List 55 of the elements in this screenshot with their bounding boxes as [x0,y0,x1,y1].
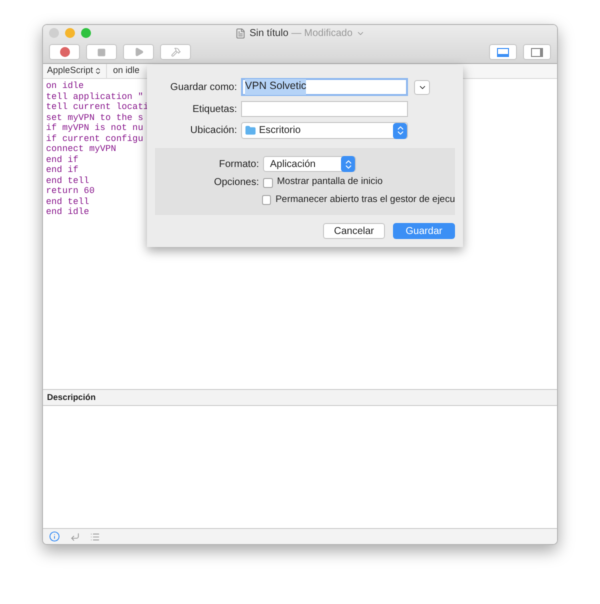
stepper-icon [94,67,102,75]
description-field[interactable] [43,406,557,528]
stepper-icon [393,122,407,138]
format-popup[interactable]: Aplicación [263,156,356,172]
handler-popup[interactable]: on idle [113,64,140,78]
stepper-icon [341,156,355,172]
code-line: return 60 [46,186,95,196]
bottom-panel-button[interactable] [489,44,517,60]
code-line: on idle [46,81,84,92]
format-label: Formato: [218,158,259,172]
option-label: Permanecer abierto tras el gestor de ejecu [275,193,455,207]
code-line: end if [46,165,78,176]
code-line: end idle [46,207,90,218]
zoom-icon[interactable] [81,28,91,38]
checkbox[interactable] [263,178,273,188]
checkbox[interactable] [262,195,272,206]
side-panel-icon [531,48,543,56]
option-label: Mostrar pantalla de inicio [277,175,383,190]
chevron-icon[interactable] [356,29,365,38]
tags-label: Etiquetas: [192,102,237,116]
hammer-icon [170,47,180,57]
record-icon [60,47,70,57]
info-icon[interactable] [49,531,60,542]
bottom-panel-icon [497,48,509,56]
window-title: Sin título [249,27,288,41]
code-line: tell application " [46,92,144,102]
list-icon[interactable] [90,532,100,542]
language-popup[interactable]: AppleScript [47,64,108,78]
location-label: Ubicación: [189,124,237,138]
code-line: tell current locati [46,102,149,112]
cancel-button[interactable]: Cancelar [323,223,385,240]
folder-icon [245,125,256,136]
code-line: end if [46,154,78,165]
tags-field[interactable] [241,101,408,117]
save-as-label: Guardar como: [169,80,237,94]
minimize-icon[interactable] [65,28,75,38]
return-icon[interactable] [70,532,80,542]
location-popup[interactable]: Escritorio [241,122,408,139]
code-line: set myVPN to the s [46,112,144,123]
close-icon[interactable] [49,28,59,38]
document-icon [235,28,246,39]
save-as-field[interactable]: VPN Solvetic [241,78,408,96]
options-label: Opciones: [214,177,259,188]
code-line: if current configu [46,134,144,144]
code-line: connect myVPN [46,144,116,154]
window-subtitle: — Modificado [291,27,353,41]
play-icon [134,47,144,57]
code-line: end tell [46,176,90,186]
stop-icon [97,48,106,56]
side-panel-button[interactable] [523,44,551,60]
record-button[interactable] [49,44,80,60]
code-line: if myVPN is not nu [46,123,144,134]
code-line: end tell [46,196,90,207]
expand-button[interactable] [414,80,430,94]
description-header: Descripción [47,391,96,404]
